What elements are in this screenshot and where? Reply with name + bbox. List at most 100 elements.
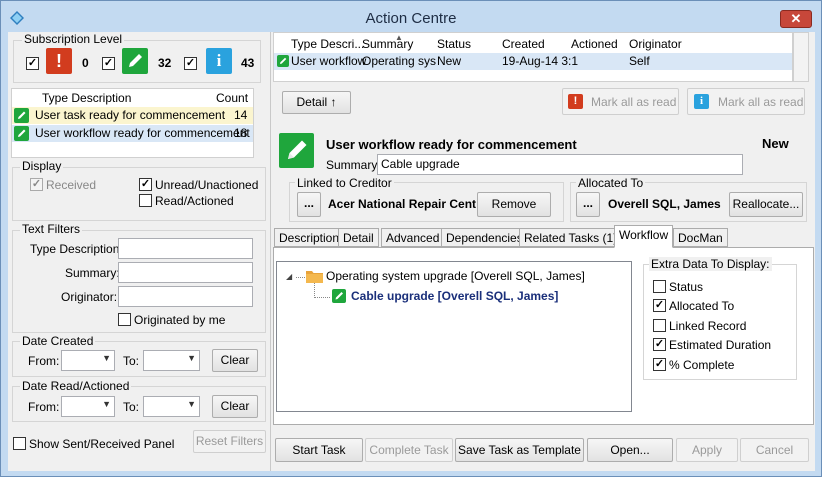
detail-toggle-button[interactable]: Detail ↑	[282, 91, 351, 114]
table-row[interactable]: User workflow Operating syste New 19-Aug…	[274, 53, 792, 70]
tab-workflow[interactable]: Workflow	[614, 225, 674, 248]
detail-status: New	[762, 136, 789, 151]
received-checkbox[interactable]: ✓	[30, 178, 43, 191]
extra-allocated-checkbox[interactable]: ✓	[653, 299, 666, 312]
window-title: Action Centre	[365, 10, 457, 27]
grid-header-created[interactable]: Created	[502, 37, 545, 51]
pencil-icon	[332, 289, 346, 303]
subscription-label: Subscription Level	[22, 32, 125, 46]
display-label: Display	[20, 159, 64, 173]
allocated-browse-button[interactable]: ...	[576, 192, 600, 217]
tab-related-tasks[interactable]: Related Tasks (1)	[519, 228, 623, 247]
type-description-input[interactable]	[118, 238, 253, 259]
row-status: New	[437, 54, 462, 68]
open-button[interactable]: Open...	[587, 438, 673, 462]
originated-by-me-checkbox[interactable]	[118, 313, 131, 326]
extra-duration-label: Estimated Duration	[669, 338, 772, 352]
tab-advanced[interactable]: Advanced	[381, 228, 445, 247]
grid-header-summary[interactable]: Summary	[362, 37, 413, 51]
grid-header-type[interactable]: Type Descri...	[291, 37, 364, 51]
grid-scrollbar[interactable]	[793, 32, 809, 82]
date-created-label: Date Created	[20, 334, 96, 348]
date-created-clear-button[interactable]: Clear	[212, 349, 258, 372]
date-read-clear-button[interactable]: Clear	[212, 395, 258, 418]
originator-input[interactable]	[118, 286, 253, 307]
summary-input[interactable]: Cable upgrade	[377, 154, 743, 175]
close-button[interactable]: ✕	[780, 10, 812, 28]
apply-button[interactable]: Apply	[676, 438, 738, 462]
splitter[interactable]	[270, 32, 271, 471]
date-created-to-combo[interactable]: ▼	[143, 350, 200, 371]
subscription-warning-checkbox[interactable]: ✓	[26, 57, 39, 70]
extra-linked-checkbox[interactable]	[653, 319, 666, 332]
chevron-down-icon: ▼	[187, 399, 196, 409]
reset-filters-button[interactable]: Reset Filters	[193, 430, 266, 453]
subscription-task-checkbox[interactable]: ✓	[102, 57, 115, 70]
task-grid: Type Descri... Summary ▲ Status Created …	[273, 32, 793, 82]
extra-duration-checkbox[interactable]: ✓	[653, 338, 666, 351]
allocated-to-label: Allocated To	[576, 176, 646, 190]
warning-icon: !	[46, 48, 72, 74]
tree-parent-node[interactable]: Operating system upgrade [Overell SQL, J…	[326, 269, 585, 283]
complete-task-button[interactable]: Complete Task	[365, 438, 453, 462]
mark-info-read-button[interactable]: i Mark all as read	[687, 88, 805, 115]
unread-checkbox[interactable]: ✓	[139, 178, 152, 191]
remove-button[interactable]: Remove	[477, 192, 551, 217]
type-list-header-type[interactable]: Type Description	[42, 91, 131, 105]
info-count: 43	[241, 56, 255, 70]
read-label: Read/Actioned	[155, 194, 234, 208]
originator-label: Originator:	[61, 290, 118, 304]
list-item[interactable]: User workflow ready for commencement 18	[12, 125, 253, 142]
list-item[interactable]: User task ready for commencement 14	[12, 107, 253, 124]
text-filters-label: Text Filters	[20, 222, 83, 236]
start-task-button[interactable]: Start Task	[275, 438, 363, 462]
list-item-count: 18	[234, 126, 248, 140]
type-list-header-count[interactable]: Count	[216, 91, 248, 105]
extra-status-checkbox[interactable]	[653, 280, 666, 293]
date-created-from-label: From:	[28, 354, 60, 368]
chevron-down-icon: ▼	[102, 353, 111, 363]
date-read-to-combo[interactable]: ▼	[143, 396, 200, 417]
cancel-button[interactable]: Cancel	[740, 438, 809, 462]
tab-detail[interactable]: Detail	[338, 228, 379, 247]
pencil-icon	[277, 55, 289, 67]
date-created-to-label: To:	[123, 354, 140, 368]
tab-docman[interactable]: DocMan	[673, 228, 728, 247]
tree-child-node[interactable]: Cable upgrade [Overell SQL, James]	[351, 289, 558, 303]
summary-filter-input[interactable]	[118, 262, 253, 283]
task-count: 32	[158, 56, 172, 70]
date-read-from-label: From:	[28, 400, 60, 414]
expand-icon[interactable]: ◢	[286, 272, 292, 281]
read-checkbox[interactable]	[139, 194, 152, 207]
pencil-icon	[279, 133, 314, 168]
date-created-from-combo[interactable]: ▼	[61, 350, 115, 371]
extra-complete-checkbox[interactable]: ✓	[653, 358, 666, 371]
linked-browse-button[interactable]: ...	[297, 192, 321, 217]
mark-info-label: Mark all as read	[718, 95, 804, 109]
warning-count: 0	[82, 56, 89, 70]
row-type: User workflow	[291, 54, 367, 68]
save-template-button[interactable]: Save Task as Template	[455, 438, 584, 462]
tab-dependencies[interactable]: Dependencies	[441, 228, 528, 247]
extra-data-label: Extra Data To Display:	[649, 257, 772, 271]
summary-filter-label: Summary:	[65, 266, 120, 280]
row-originator: Self	[629, 54, 650, 68]
tree-connector	[314, 282, 315, 298]
pencil-icon	[14, 126, 29, 141]
action-centre-window: Action Centre ✕ Subscription Level ✓ ! 0…	[0, 0, 822, 477]
show-panel-checkbox[interactable]	[13, 437, 26, 450]
client-area: Subscription Level ✓ ! 0 ✓ 32 ✓ i 43 Typ…	[8, 32, 815, 471]
info-icon: i	[206, 48, 232, 74]
tab-description[interactable]: Description	[274, 228, 345, 247]
subscription-info-checkbox[interactable]: ✓	[184, 57, 197, 70]
grid-header-status[interactable]: Status	[437, 37, 471, 51]
pencil-icon	[14, 108, 29, 123]
mark-warnings-read-button[interactable]: ! Mark all as read	[562, 88, 679, 115]
date-read-from-combo[interactable]: ▼	[61, 396, 115, 417]
summary-label: Summary:	[326, 158, 381, 172]
originated-by-me-label: Originated by me	[134, 313, 226, 327]
grid-header-actioned[interactable]: Actioned	[571, 37, 618, 51]
reallocate-button[interactable]: Reallocate...	[729, 192, 803, 217]
grid-header-originator[interactable]: Originator	[629, 37, 682, 51]
list-item-label: User workflow ready for commencement	[35, 126, 250, 140]
